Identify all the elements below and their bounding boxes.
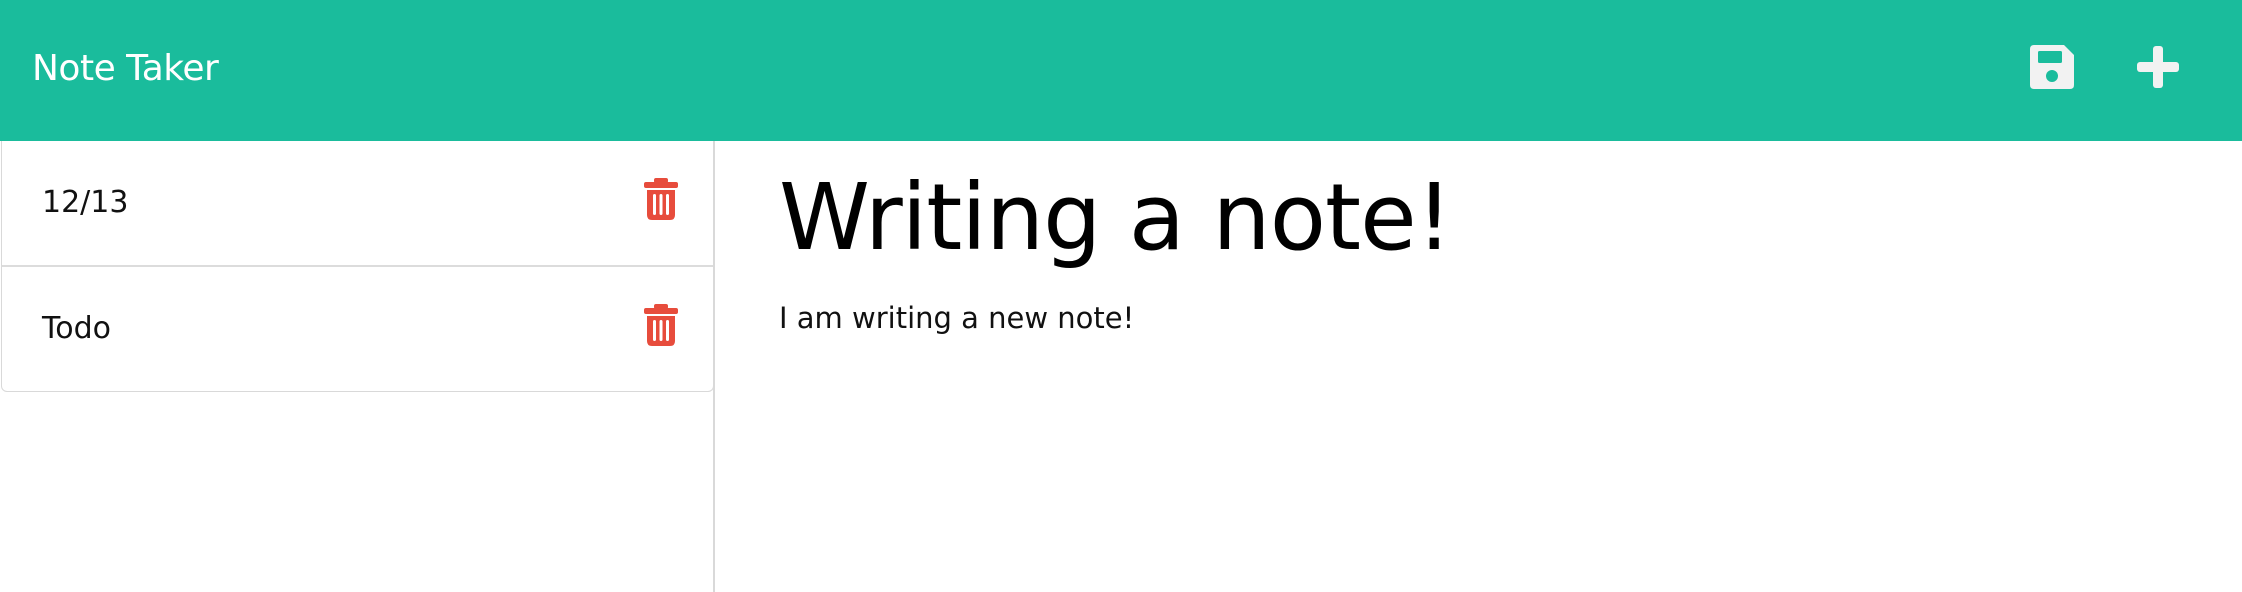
delete-note-button[interactable]: [643, 178, 679, 220]
save-icon: [2030, 45, 2074, 89]
list-item[interactable]: 12/13: [2, 141, 713, 267]
save-note-button[interactable]: [2028, 43, 2076, 91]
note-editor: Writing a note! I am writing a new note!: [717, 141, 2242, 592]
note-title[interactable]: Todo: [42, 309, 111, 349]
delete-note-button[interactable]: [643, 304, 679, 346]
app-brand[interactable]: Note Taker: [32, 46, 219, 92]
note-title[interactable]: 12/13: [42, 183, 128, 223]
plus-icon: [2137, 46, 2179, 88]
note-list-panel: 12/13 Todo: [0, 141, 715, 592]
navbar: Note Taker: [0, 0, 2242, 141]
new-note-button[interactable]: [2134, 43, 2182, 91]
note-title-input[interactable]: Writing a note!: [779, 163, 2179, 291]
list-item[interactable]: Todo: [2, 267, 713, 391]
note-body-textarea[interactable]: I am writing a new note!: [779, 299, 2179, 337]
trash-icon: [644, 304, 678, 346]
trash-icon: [644, 178, 678, 220]
note-list: 12/13 Todo: [1, 141, 714, 392]
